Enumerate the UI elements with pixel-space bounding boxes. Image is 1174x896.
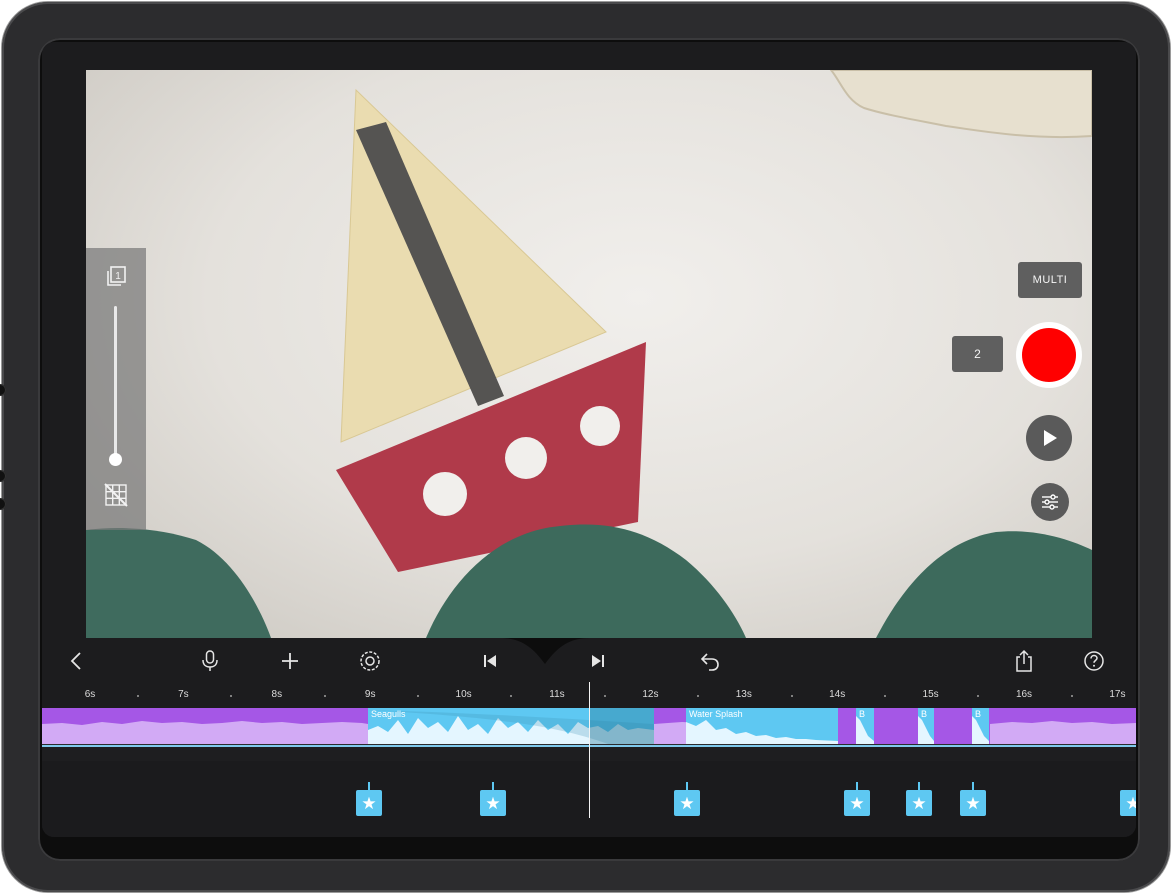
ruler-tick: [416, 695, 419, 697]
layers-icon[interactable]: 1: [104, 264, 128, 293]
help-icon[interactable]: [1082, 649, 1106, 673]
capture-button[interactable]: [1016, 322, 1082, 388]
capture-dot: [1022, 328, 1076, 382]
ruler-tick: [790, 695, 793, 697]
layer-number: 1: [115, 271, 121, 282]
ruler-tick: [510, 695, 513, 697]
clip-label-b-1: B: [859, 709, 866, 719]
screen-bezel: 1 MULTI 2 6s 7s 8s 9s 10s 11s 12s 13s 14…: [38, 38, 1140, 861]
clip-label-water-splash: Water Splash: [689, 709, 743, 719]
side-button-middle: [0, 470, 6, 482]
clip-label-b-3: B: [975, 709, 982, 719]
ruler-label: 13s: [735, 689, 752, 700]
play-icon: [1044, 430, 1057, 446]
onion-skin-slider-knob[interactable]: [109, 453, 122, 466]
camera-viewfinder[interactable]: [86, 70, 1092, 638]
ruler-label: 17s: [1109, 689, 1126, 700]
clip-label-b-2: B: [921, 709, 928, 719]
audio-marker-star[interactable]: ★: [1120, 790, 1136, 816]
stop-motion-scene: [86, 70, 1092, 638]
ruler-tick: [1070, 695, 1073, 697]
ruler-label: 10s: [455, 689, 472, 700]
add-icon[interactable]: [278, 649, 302, 673]
ruler-label: 12s: [642, 689, 659, 700]
ruler-label: 16s: [1015, 689, 1033, 700]
audio-marker-star[interactable]: ★: [674, 790, 700, 816]
audio-marker-star[interactable]: ★: [480, 790, 506, 816]
audio-marker-star[interactable]: ★: [960, 790, 986, 816]
grid-off-icon[interactable]: [103, 482, 129, 513]
ruler-label: 9s: [364, 689, 376, 700]
multi-capture-button[interactable]: MULTI: [1018, 262, 1082, 298]
audio-clip-water-splash[interactable]: Water Splash: [686, 708, 838, 744]
undo-icon[interactable]: [698, 649, 722, 673]
ruler-label: 7s: [178, 689, 189, 700]
ruler-tick: [697, 695, 700, 697]
ruler-tick: [883, 695, 886, 697]
audio-waveform-seagulls: [368, 708, 654, 744]
onion-skin-panel: 1: [86, 248, 146, 530]
ruler-tick: [230, 695, 233, 697]
settings-icon[interactable]: [358, 649, 382, 673]
side-button-top: [0, 384, 6, 396]
audio-clip-seagulls[interactable]: Seagulls: [368, 708, 654, 744]
ruler-label: 6s: [84, 689, 96, 700]
frames-per-capture-button[interactable]: 2: [952, 336, 1003, 372]
audio-marker-star[interactable]: ★: [906, 790, 932, 816]
clip-label-seagulls: Seagulls: [371, 709, 406, 719]
ruler-label: 11s: [549, 689, 565, 700]
audio-clip-b-1[interactable]: B: [856, 708, 874, 744]
ipad-device: 1 MULTI 2 6s 7s 8s 9s 10s 11s 12s 13s 14…: [0, 2, 1170, 892]
ruler-label: 14s: [829, 689, 846, 700]
playhead[interactable]: [589, 682, 590, 818]
microphone-icon[interactable]: [198, 649, 222, 673]
audio-marker-star[interactable]: ★: [844, 790, 870, 816]
audio-clip-b-3[interactable]: B: [972, 708, 989, 744]
ruler-tick: [977, 695, 980, 697]
app-screen: 1 MULTI 2 6s 7s 8s 9s 10s 11s 12s 13s 14…: [42, 42, 1136, 837]
audio-marker-star[interactable]: ★: [356, 790, 382, 816]
playhead-notch: [500, 638, 590, 664]
onion-skin-slider[interactable]: [114, 306, 117, 462]
play-button[interactable]: [1026, 415, 1072, 461]
side-button-bottom: [0, 498, 6, 510]
camera-settings-button[interactable]: [1031, 483, 1069, 521]
share-icon[interactable]: [1012, 649, 1036, 673]
ruler-label: 15s: [922, 689, 939, 700]
ruler-tick: [323, 695, 326, 697]
ruler-tick: [136, 695, 139, 697]
audio-clip-b-2[interactable]: B: [918, 708, 934, 744]
ruler-tick: [603, 695, 606, 697]
back-icon[interactable]: [64, 649, 88, 673]
ruler-label: 8s: [271, 689, 283, 700]
skip-start-icon[interactable]: [478, 649, 502, 673]
sliders-icon: [1042, 494, 1058, 510]
